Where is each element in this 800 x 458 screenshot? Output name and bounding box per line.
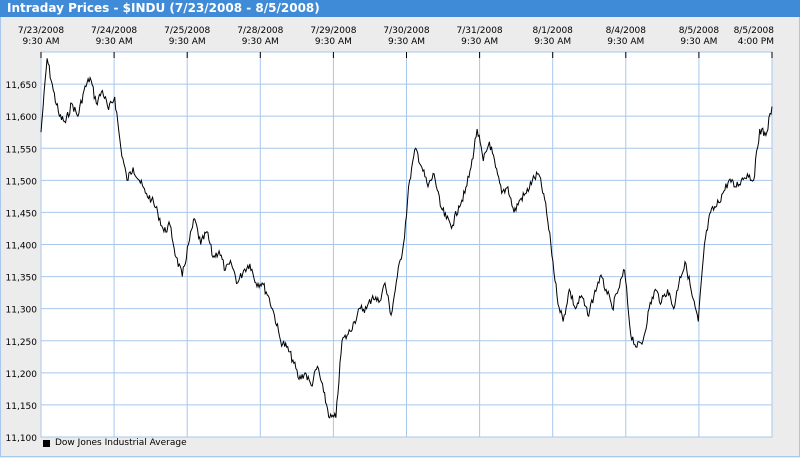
y-tick-label: 11,100 [6,434,38,444]
x-tick-label: 7/25/2008 [164,26,210,36]
y-tick-label: 11,600 [6,113,38,123]
x-tick-label: 8/1/2008 [532,26,573,36]
x-tick-label: 9:30 AM [461,37,498,47]
x-tick-label: 8/5/2008 [679,26,720,36]
x-tick-label: 9:30 AM [23,37,60,47]
x-tick-label: 7/24/2008 [91,26,137,36]
x-tick-label: 9:30 AM [169,37,206,47]
x-tick-label: 9:30 AM [534,37,571,47]
x-tick-label: 7/30/2008 [383,26,429,36]
y-tick-label: 11,550 [6,145,38,155]
x-tick-label: 7/23/2008 [18,26,64,36]
y-tick-label: 11,200 [6,370,38,380]
x-tick-label: 9:30 AM [388,37,425,47]
x-tick-label: 9:30 AM [242,37,279,47]
y-tick-label: 11,500 [6,177,38,187]
x-tick-label: 9:30 AM [607,37,644,47]
y-tick-label: 11,450 [6,209,38,219]
y-tick-label: 11,250 [6,338,38,348]
y-tick-label: 11,150 [6,402,38,412]
price-chart: 11,100 11,150 11,200 11,250 11,300 11,350 11,4… [6,26,775,444]
y-tick-label: 11,300 [6,306,38,316]
x-tick-label: 7/29/2008 [310,26,356,36]
x-tick-label: 8/4/2008 [606,26,647,36]
y-tick-label: 11,350 [6,274,38,284]
x-tick-label: 4:00 PM [738,37,774,47]
x-tick-label: 9:30 AM [680,37,717,47]
x-tick-label: 9:30 AM [96,37,133,47]
legend-label: Dow Jones Industrial Average [55,438,187,448]
x-tick-label: 7/31/2008 [457,26,503,36]
x-tick-label: 7/28/2008 [237,26,283,36]
legend: Dow Jones Industrial Average [43,438,187,448]
y-tick-label: 11,400 [6,242,38,252]
y-tick-label: 11,650 [6,81,38,91]
x-tick-label: 9:30 AM [315,37,352,47]
legend-swatch [43,439,50,447]
x-tick-label: 8/5/2008 [734,26,775,36]
